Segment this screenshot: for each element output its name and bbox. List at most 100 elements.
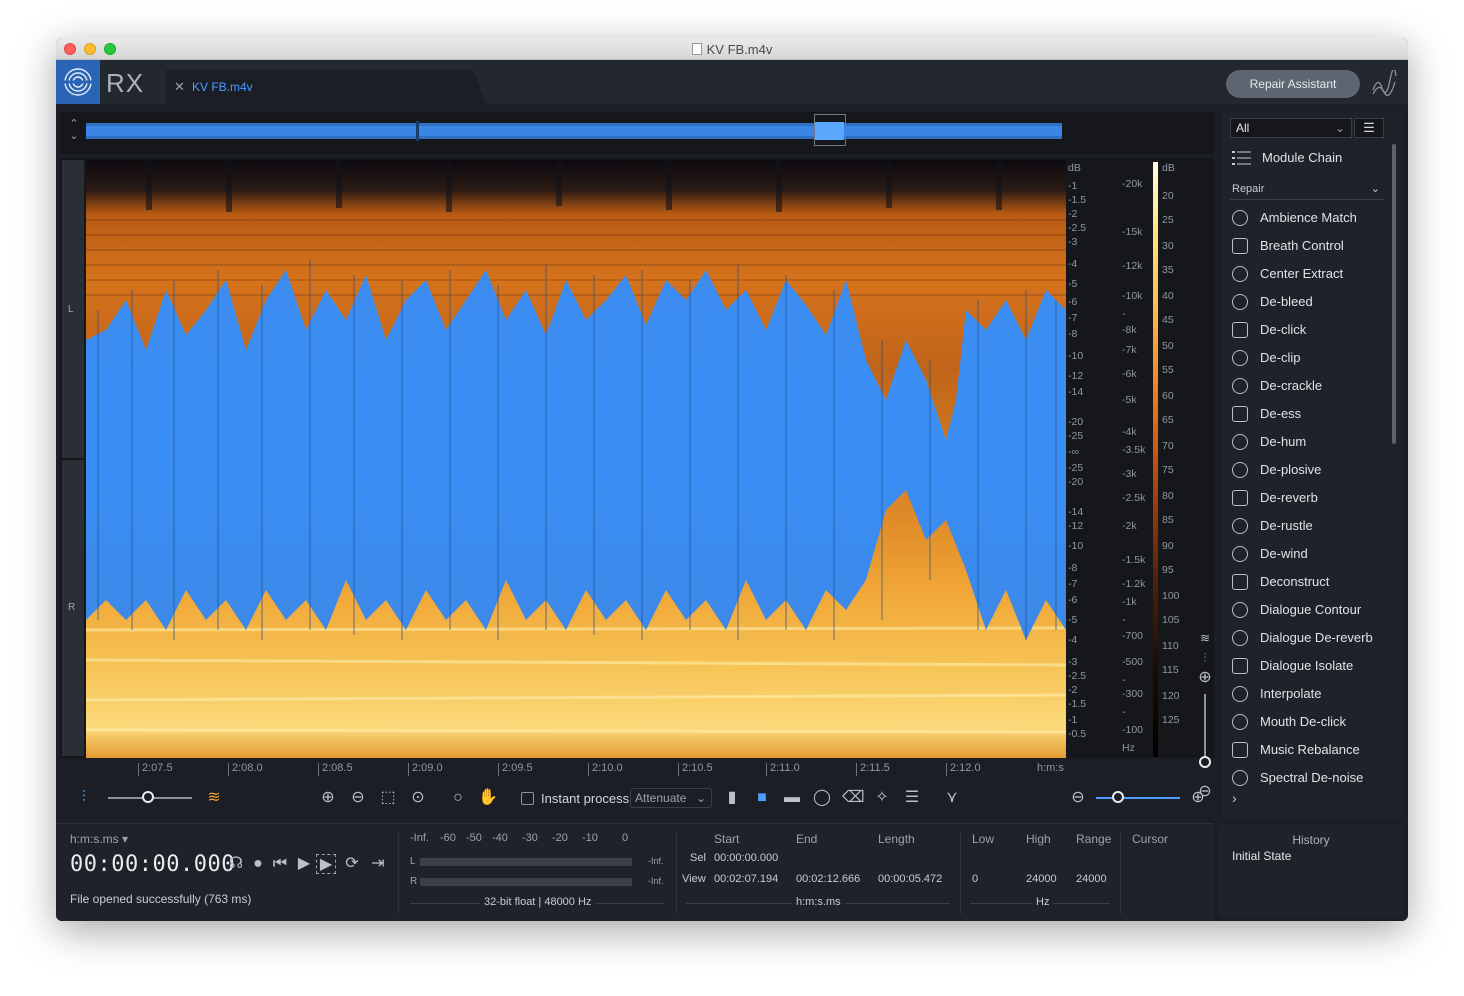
hand-tool-icon[interactable]: ✋	[478, 788, 498, 808]
play-button[interactable]: ▶	[294, 854, 314, 874]
title-bar: KV FB.m4v	[56, 38, 1408, 60]
low-value[interactable]: 0	[972, 873, 978, 885]
horizontal-zoom-out-icon[interactable]: ⊖	[1068, 788, 1088, 808]
high-value[interactable]: 24000	[1026, 873, 1057, 885]
module-menu-icon[interactable]: ☰	[1354, 118, 1384, 138]
module-item-de-ess[interactable]: De-ess	[1230, 400, 1390, 428]
history-item[interactable]: Initial State	[1232, 849, 1291, 863]
waveform-mode-icon[interactable]: ⫶	[74, 788, 94, 808]
module-item-deconstruct[interactable]: Deconstruct	[1230, 568, 1390, 596]
db-left-tick: -25	[1068, 430, 1084, 442]
module-item-de-hum[interactable]: De-hum	[1230, 428, 1390, 456]
module-icon	[1232, 686, 1248, 702]
waveform-view-icon[interactable]: ⫶	[1195, 648, 1215, 668]
module-item-interpolate[interactable]: Interpolate	[1230, 680, 1390, 708]
hz-tick: -5k	[1122, 394, 1137, 406]
brush-tool-icon[interactable]: ⌫	[842, 788, 865, 808]
frequency-select-icon[interactable]: ▬	[782, 788, 802, 808]
time-ruler[interactable]: 2:07.5 2:08.0 2:08.5 2:09.0 2:09.5 2:10.0 2:10…	[138, 760, 1072, 778]
loop-button[interactable]: ⟳	[342, 854, 362, 874]
module-icon	[1232, 434, 1248, 450]
module-item-center-extract[interactable]: Center Extract	[1230, 260, 1390, 288]
module-item-label: Breath Control	[1260, 238, 1344, 253]
envelope-tool-icon[interactable]: ⋎	[942, 788, 962, 808]
instant-process-label: Instant process	[541, 791, 630, 806]
module-item-dialogue-de-reverb[interactable]: Dialogue De-reverb	[1230, 624, 1390, 652]
time-format-dropdown[interactable]: h:m:s.ms ▾	[70, 832, 128, 846]
module-item-music-rebalance[interactable]: Music Rebalance	[1230, 736, 1390, 764]
module-item-mouth-de-click[interactable]: Mouth De-click	[1230, 708, 1390, 736]
spectrogram-waveform-display[interactable]	[86, 160, 1066, 758]
record-button[interactable]: ●	[248, 854, 268, 874]
meter-scale-label: -Inf.	[410, 832, 429, 844]
waveform-overview[interactable]: ⌃ ⌄	[60, 112, 1214, 154]
headphones-icon[interactable]: ☊	[226, 854, 246, 874]
meter-r-label: R	[410, 876, 418, 887]
db-left-tick: -1	[1068, 180, 1078, 192]
waveform-opacity-knob[interactable]	[142, 791, 154, 803]
module-item-breath-control[interactable]: Breath Control	[1230, 232, 1390, 260]
zoom-in-icon[interactable]: ⊕	[318, 788, 338, 808]
module-filter-dropdown[interactable]: All ⌄	[1230, 118, 1352, 138]
magnify-icon[interactable]: ○	[448, 788, 468, 808]
play-selection-button[interactable]: ▶	[316, 854, 336, 874]
category-dropdown[interactable]: Repair ⌄	[1230, 180, 1384, 200]
module-item-de-bleed[interactable]: De-bleed	[1230, 288, 1390, 316]
module-item-label: Spectral De-noise	[1260, 770, 1364, 785]
module-item-ambience-match[interactable]: Ambience Match	[1230, 204, 1390, 232]
frequency-unit: Hz	[1032, 896, 1054, 908]
time-frequency-select-icon[interactable]: ■	[752, 788, 772, 808]
view-length[interactable]: 00:00:05.472	[878, 873, 942, 885]
overview-view-selection[interactable]	[814, 114, 846, 146]
channel-left-label: L	[68, 304, 74, 315]
zoom-selection-icon[interactable]: ⬚	[378, 788, 398, 808]
view-end[interactable]: 00:02:12.666	[796, 873, 860, 885]
module-item-dialogue-isolate[interactable]: Dialogue Isolate	[1230, 652, 1390, 680]
module-item-de-rustle[interactable]: De-rustle	[1230, 512, 1390, 540]
module-item-de-click[interactable]: De-click	[1230, 316, 1390, 344]
spectrogram-panel[interactable]: L R dB -1 -1.5 -2 -2.5 -3 -4 -5 -6 -7 -8…	[60, 158, 1215, 800]
module-item-de-wind[interactable]: De-wind	[1230, 540, 1390, 568]
play-to-end-button[interactable]: ⇥	[368, 854, 388, 874]
magic-wand-icon[interactable]: ✧	[872, 788, 892, 808]
horizontal-zoom-in-icon[interactable]: ⊕	[1188, 788, 1208, 808]
zoom-out-icon[interactable]: ⊖	[348, 788, 368, 808]
range-value[interactable]: 24000	[1076, 873, 1107, 885]
module-item-de-reverb[interactable]: De-reverb	[1230, 484, 1390, 512]
repair-assistant-button[interactable]: Repair Assistant	[1226, 70, 1360, 98]
db-right-tick: 40	[1162, 290, 1174, 302]
module-item-spectral-de-noise[interactable]: Spectral De-noise	[1230, 764, 1390, 792]
spectrogram-mode-icon[interactable]: ≋	[204, 788, 224, 808]
zoom-fit-icon[interactable]: ⊙	[408, 788, 428, 808]
vertical-zoom-in-icon[interactable]: ⊕	[1195, 668, 1215, 688]
view-start[interactable]: 00:02:07.194	[714, 873, 778, 885]
vertical-zoom-knob[interactable]	[1199, 756, 1211, 768]
module-item-dialogue-contour[interactable]: Dialogue Contour	[1230, 596, 1390, 624]
rewind-button[interactable]: ⏮	[270, 854, 290, 874]
window-title-text: KV FB.m4v	[706, 42, 773, 57]
harmonic-select-icon[interactable]: ☰	[902, 788, 922, 808]
horizontal-zoom-slider[interactable]	[1096, 797, 1180, 799]
file-tab[interactable]: ✕ KV FB.m4v	[166, 70, 486, 104]
module-item-de-clip[interactable]: De-clip	[1230, 344, 1390, 372]
sel-start[interactable]: 00:00:00.000	[714, 852, 778, 864]
module-icon	[1232, 602, 1248, 618]
spectrogram-view-icon[interactable]: ≋	[1195, 628, 1215, 648]
attenuate-dropdown[interactable]: Attenuate ⌄	[630, 788, 712, 808]
module-item-de-plosive[interactable]: De-plosive	[1230, 456, 1390, 484]
module-item-label: Ambience Match	[1260, 210, 1357, 225]
more-modules-icon[interactable]: ›	[1232, 790, 1237, 806]
module-chain-button[interactable]: Module Chain	[1262, 150, 1342, 165]
time-select-icon[interactable]: ▮	[722, 788, 742, 808]
module-icon	[1232, 518, 1248, 534]
overview-toggle-icon[interactable]: ⌃ ⌄	[66, 118, 82, 146]
db-axis-left: dB -1 -1.5 -2 -2.5 -3 -4 -5 -6 -7 -8 -10 -12 -14 -20 -2…	[1066, 158, 1110, 758]
module-item-label: De-plosive	[1260, 462, 1322, 477]
instant-process-checkbox[interactable]	[521, 792, 534, 805]
close-tab-icon[interactable]: ✕	[174, 79, 185, 95]
chevron-down-icon: ⌄	[1370, 183, 1380, 195]
horizontal-zoom-knob[interactable]	[1112, 791, 1124, 803]
lasso-tool-icon[interactable]: ◯	[812, 788, 832, 808]
module-item-de-crackle[interactable]: De-crackle	[1230, 372, 1390, 400]
module-list-scrollbar[interactable]	[1392, 144, 1396, 444]
